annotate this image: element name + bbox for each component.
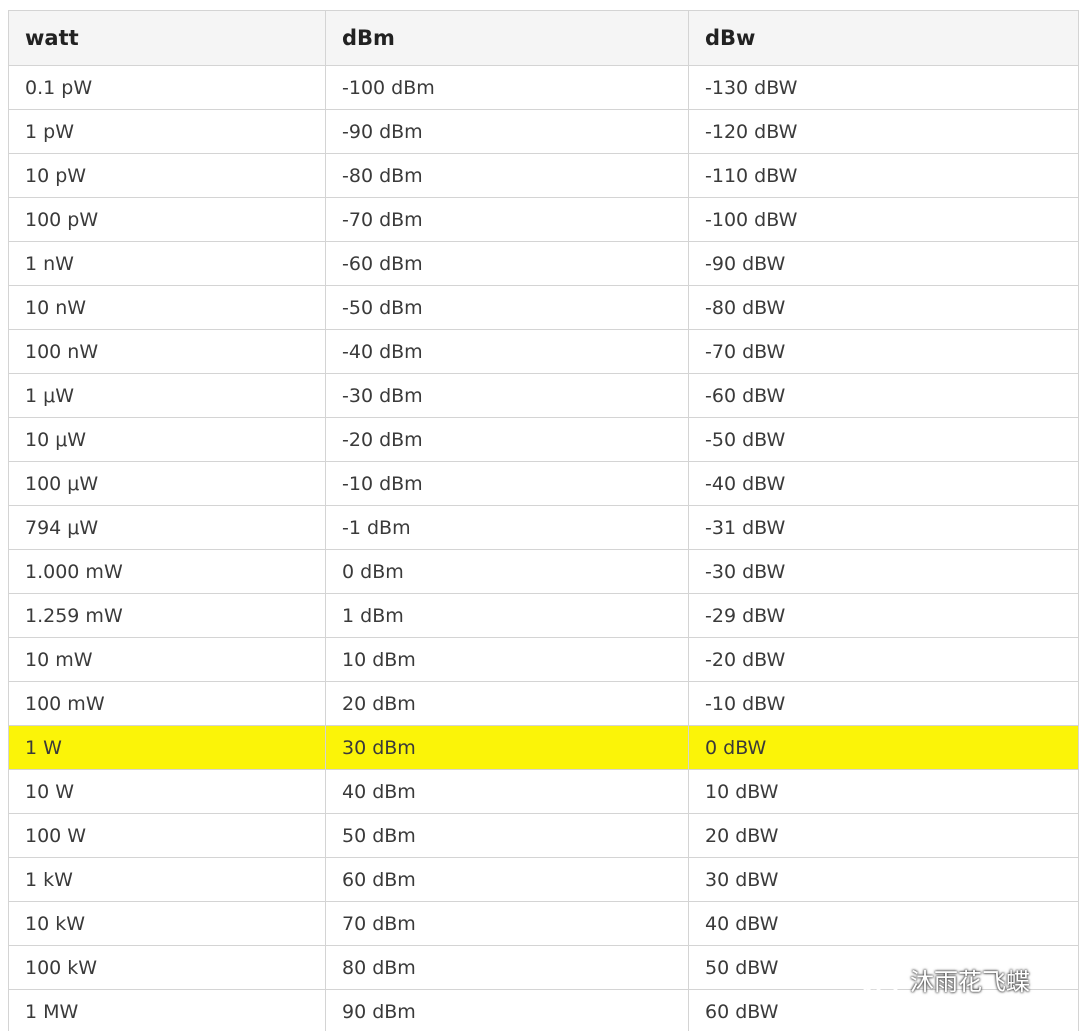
table-row: 100 W 50 dBm 20 dBW bbox=[8, 813, 1079, 858]
watermark-text: 沐雨花飞蝶 bbox=[910, 968, 1030, 996]
cell-dbm: 70 dBm bbox=[325, 901, 689, 946]
cell-dbm: 30 dBm bbox=[325, 725, 689, 770]
cell-dbm: 90 dBm bbox=[325, 989, 689, 1031]
cell-watt: 794 μW bbox=[8, 505, 326, 550]
cell-dbm: -70 dBm bbox=[325, 197, 689, 242]
cell-watt: 10 μW bbox=[8, 417, 326, 462]
cell-watt: 100 mW bbox=[8, 681, 326, 726]
cell-dbm: -100 dBm bbox=[325, 65, 689, 110]
table-row: 1.000 mW 0 dBm -30 dBW bbox=[8, 549, 1079, 594]
cell-watt: 100 kW bbox=[8, 945, 326, 990]
cell-dbw: -110 dBW bbox=[688, 153, 1079, 198]
cell-dbw: -130 dBW bbox=[688, 65, 1079, 110]
table-row: 0.1 pW -100 dBm -130 dBW bbox=[8, 65, 1079, 110]
cell-dbw: -30 dBW bbox=[688, 549, 1079, 594]
cell-dbm: -30 dBm bbox=[325, 373, 689, 418]
cell-dbm: 40 dBm bbox=[325, 769, 689, 814]
table-row: 100 nW -40 dBm -70 dBW bbox=[8, 329, 1079, 374]
cell-watt: 10 kW bbox=[8, 901, 326, 946]
cell-watt: 0.1 pW bbox=[8, 65, 326, 110]
table-row: 10 mW 10 dBm -20 dBW bbox=[8, 637, 1079, 682]
table-row: 1 μW -30 dBm -60 dBW bbox=[8, 373, 1079, 418]
cell-dbw: -29 dBW bbox=[688, 593, 1079, 638]
cell-watt: 100 μW bbox=[8, 461, 326, 506]
cell-dbm: -80 dBm bbox=[325, 153, 689, 198]
cell-dbw: -10 dBW bbox=[688, 681, 1079, 726]
cell-dbm: 50 dBm bbox=[325, 813, 689, 858]
cell-dbw: -20 dBW bbox=[688, 637, 1079, 682]
cell-dbw: -100 dBW bbox=[688, 197, 1079, 242]
cell-dbw: 0 dBW bbox=[688, 725, 1079, 770]
table-row: 10 pW -80 dBm -110 dBW bbox=[8, 153, 1079, 198]
header-watt: watt bbox=[8, 10, 326, 66]
cell-dbw: -120 dBW bbox=[688, 109, 1079, 154]
cell-watt: 1 pW bbox=[8, 109, 326, 154]
cell-dbm: 10 dBm bbox=[325, 637, 689, 682]
cell-dbm: 20 dBm bbox=[325, 681, 689, 726]
table-row: 1 pW -90 dBm -120 dBW bbox=[8, 109, 1079, 154]
table-row: 1.259 mW 1 dBm -29 dBW bbox=[8, 593, 1079, 638]
wechat-icon bbox=[858, 964, 901, 996]
cell-watt: 1.259 mW bbox=[8, 593, 326, 638]
table-body: 0.1 pW -100 dBm -130 dBW 1 pW -90 dBm -120 dB… bbox=[8, 65, 1079, 1031]
cell-dbm: -10 dBm bbox=[325, 461, 689, 506]
cell-dbw: 10 dBW bbox=[688, 769, 1079, 814]
cell-dbw: -60 dBW bbox=[688, 373, 1079, 418]
cell-watt: 1 W bbox=[8, 725, 326, 770]
header-dbw: dBw bbox=[688, 10, 1079, 66]
table-row: 1 W 30 dBm 0 dBW bbox=[8, 725, 1079, 770]
page: watt dBm dBw 0.1 pW -100 dBm -130 dBW 1 pW -… bbox=[0, 0, 1080, 1031]
cell-dbw: -80 dBW bbox=[688, 285, 1079, 330]
power-conversion-table: watt dBm dBw 0.1 pW -100 dBm -130 dBW 1 pW -… bbox=[8, 10, 1079, 1031]
cell-watt: 100 nW bbox=[8, 329, 326, 374]
cell-dbm: 0 dBm bbox=[325, 549, 689, 594]
cell-dbw: -90 dBW bbox=[688, 241, 1079, 286]
cell-dbw: 30 dBW bbox=[688, 857, 1079, 902]
table-row: 100 pW -70 dBm -100 dBW bbox=[8, 197, 1079, 242]
cell-dbw: 20 dBW bbox=[688, 813, 1079, 858]
table-header: watt dBm dBw bbox=[8, 10, 1079, 66]
cell-watt: 100 W bbox=[8, 813, 326, 858]
cell-watt: 100 pW bbox=[8, 197, 326, 242]
cell-watt: 10 pW bbox=[8, 153, 326, 198]
cell-watt: 10 W bbox=[8, 769, 326, 814]
cell-dbw: 40 dBW bbox=[688, 901, 1079, 946]
table-row: 1 nW -60 dBm -90 dBW bbox=[8, 241, 1079, 286]
table-row: 10 μW -20 dBm -50 dBW bbox=[8, 417, 1079, 462]
cell-dbm: -90 dBm bbox=[325, 109, 689, 154]
cell-dbw: -40 dBW bbox=[688, 461, 1079, 506]
watermark: 沐雨花飞蝶 bbox=[858, 962, 1030, 997]
table-row: 10 nW -50 dBm -80 dBW bbox=[8, 285, 1079, 330]
cell-dbm: -60 dBm bbox=[325, 241, 689, 286]
cell-dbm: 60 dBm bbox=[325, 857, 689, 902]
cell-watt: 1 μW bbox=[8, 373, 326, 418]
cell-dbm: -40 dBm bbox=[325, 329, 689, 374]
cell-watt: 1 MW bbox=[8, 989, 326, 1031]
cell-dbm: -50 dBm bbox=[325, 285, 689, 330]
table-row: 100 mW 20 dBm -10 dBW bbox=[8, 681, 1079, 726]
cell-watt: 1.000 mW bbox=[8, 549, 326, 594]
cell-dbm: 1 dBm bbox=[325, 593, 689, 638]
cell-watt: 10 nW bbox=[8, 285, 326, 330]
cell-dbw: -70 dBW bbox=[688, 329, 1079, 374]
cell-watt: 1 nW bbox=[8, 241, 326, 286]
header-row: watt dBm dBw bbox=[8, 10, 1079, 66]
cell-dbm: -1 dBm bbox=[325, 505, 689, 550]
cell-watt: 1 kW bbox=[8, 857, 326, 902]
cell-dbm: 80 dBm bbox=[325, 945, 689, 990]
header-dbm: dBm bbox=[325, 10, 689, 66]
cell-watt: 10 mW bbox=[8, 637, 326, 682]
table-row: 794 μW -1 dBm -31 dBW bbox=[8, 505, 1079, 550]
table-row: 100 μW -10 dBm -40 dBW bbox=[8, 461, 1079, 506]
table-row: 10 W 40 dBm 10 dBW bbox=[8, 769, 1079, 814]
cell-dbw: -31 dBW bbox=[688, 505, 1079, 550]
table-row: 10 kW 70 dBm 40 dBW bbox=[8, 901, 1079, 946]
table-row: 1 kW 60 dBm 30 dBW bbox=[8, 857, 1079, 902]
cell-dbm: -20 dBm bbox=[325, 417, 689, 462]
cell-dbw: -50 dBW bbox=[688, 417, 1079, 462]
